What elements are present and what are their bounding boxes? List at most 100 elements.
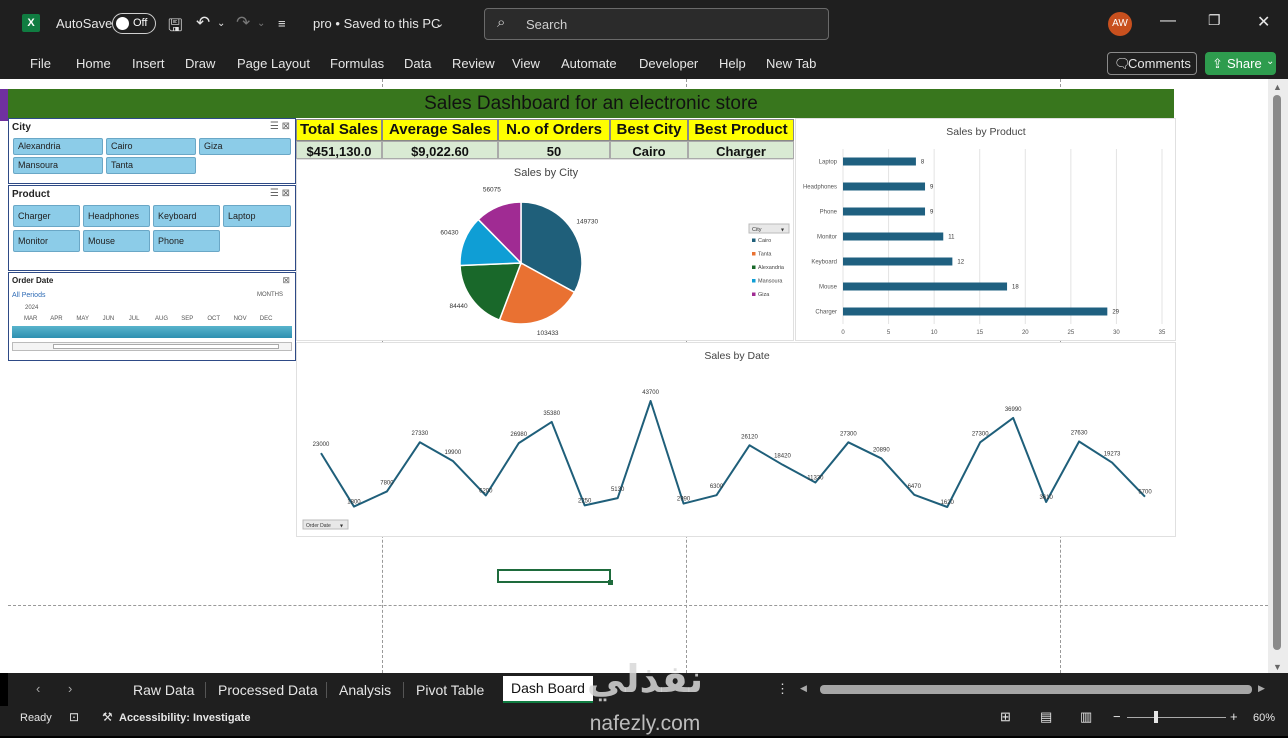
timeline-unit[interactable]: MONTHS xyxy=(257,292,283,298)
tab-review[interactable]: Review xyxy=(452,56,495,71)
timeline-month[interactable]: APR xyxy=(50,316,62,322)
chevron-right-icon[interactable]: › xyxy=(68,681,72,696)
close-icon[interactable]: ✕ xyxy=(1257,12,1270,32)
normal-view-icon[interactable]: ⊞ xyxy=(1000,709,1011,725)
slicer-item-headphones[interactable]: Headphones xyxy=(83,205,150,227)
clear-filter-icon[interactable]: ⊠ xyxy=(282,275,290,286)
undo-icon[interactable]: ↶ xyxy=(196,13,210,33)
slicer-item-monitor[interactable]: Monitor xyxy=(13,230,80,252)
multi-select-icon[interactable]: ☰ ⊠ xyxy=(270,121,290,132)
zoom-out-icon[interactable]: − xyxy=(1113,709,1121,724)
timeline-month[interactable]: JUN xyxy=(103,316,115,322)
sheet-tab-pivot-table[interactable]: Pivot Table xyxy=(416,682,484,698)
timeline-month[interactable]: SEP xyxy=(181,316,193,322)
tab-view[interactable]: View xyxy=(512,56,540,71)
tab-new-tab[interactable]: New Tab xyxy=(766,56,816,71)
avatar[interactable]: AW xyxy=(1108,12,1132,36)
slicer-item-tanta[interactable]: Tanta xyxy=(106,157,196,174)
slicer-item-cairo[interactable]: Cairo xyxy=(106,138,196,155)
bar[interactable] xyxy=(843,257,953,266)
zoom-slider[interactable] xyxy=(1127,717,1226,718)
chevron-left-icon[interactable]: ‹ xyxy=(36,681,40,696)
zoom-in-icon[interactable]: + xyxy=(1230,709,1238,724)
sheet-tab-dash-board[interactable]: Dash Board xyxy=(503,676,593,703)
zoom-slider-knob[interactable] xyxy=(1154,711,1158,723)
scroll-right-icon[interactable]: ▶ xyxy=(1258,683,1265,694)
bar[interactable] xyxy=(843,182,926,191)
timeline-month[interactable]: OCT xyxy=(207,316,220,322)
tab-page-layout[interactable]: Page Layout xyxy=(237,56,310,71)
accessibility-icon[interactable]: ⚒ xyxy=(102,710,113,724)
worksheet[interactable]: Sales Dashboard for an electronic store … xyxy=(8,79,1268,673)
customize-toolbar-icon[interactable]: ≡ xyxy=(278,16,286,31)
share-button[interactable]: ⇪ Share ⌄ xyxy=(1205,52,1276,75)
timeline-month[interactable]: DEC xyxy=(260,316,273,322)
order-date-timeline[interactable]: Order Date ⊠ All Periods MONTHS 2024 MAR… xyxy=(8,272,296,361)
sales-by-date-chart[interactable]: Sales by Date 23000 1800 7800 27330 19900 6200… xyxy=(296,342,1176,537)
slicer-item-giza[interactable]: Giza xyxy=(199,138,291,155)
timeline-month[interactable]: JUL xyxy=(129,316,140,322)
scroll-thumb[interactable] xyxy=(1273,95,1281,650)
tab-data[interactable]: Data xyxy=(404,56,431,71)
product-slicer[interactable]: Product ☰ ⊠ Charger Headphones Keyboard … xyxy=(8,185,296,271)
multi-select-icon[interactable]: ☰ ⊠ xyxy=(270,188,290,199)
slicer-item-phone[interactable]: Phone xyxy=(153,230,220,252)
tab-draw[interactable]: Draw xyxy=(185,56,215,71)
slicer-item-mouse[interactable]: Mouse xyxy=(83,230,150,252)
undo-dropdown-icon[interactable]: ⌄ xyxy=(217,18,225,29)
zoom-level[interactable]: 60% xyxy=(1253,712,1275,724)
tab-developer[interactable]: Developer xyxy=(639,56,698,71)
accessibility-status[interactable]: Accessibility: Investigate xyxy=(119,712,250,724)
timeline-period[interactable]: All Periods xyxy=(12,292,45,299)
tab-file[interactable]: File xyxy=(30,56,51,71)
slicer-item-keyboard[interactable]: Keyboard xyxy=(153,205,220,227)
horizontal-scroll-thumb[interactable] xyxy=(820,685,1252,694)
page-break-view-icon[interactable]: ▥ xyxy=(1080,709,1092,725)
scroll-up-icon[interactable]: ▲ xyxy=(1273,82,1282,92)
timeline-month[interactable]: AUG xyxy=(155,316,168,322)
city-slicer[interactable]: City ☰ ⊠ Alexandria Cairo Giza Mansoura … xyxy=(8,118,296,184)
scroll-down-icon[interactable]: ▼ xyxy=(1273,662,1282,672)
redo-dropdown-icon[interactable]: ⌄ xyxy=(257,18,265,29)
comments-button[interactable]: 🗨 Comments xyxy=(1107,52,1197,75)
slicer-item-mansoura[interactable]: Mansoura xyxy=(13,157,103,174)
page-layout-view-icon[interactable]: ▤ xyxy=(1040,709,1052,725)
timeline-month[interactable]: MAR xyxy=(24,316,37,322)
tab-automate[interactable]: Automate xyxy=(561,56,617,71)
document-title[interactable]: pro • Saved to this PC xyxy=(313,16,440,31)
slicer-item-charger[interactable]: Charger xyxy=(13,205,80,227)
timeline-bar[interactable] xyxy=(12,326,292,338)
sheet-tab-analysis[interactable]: Analysis xyxy=(339,682,391,698)
bar[interactable] xyxy=(843,157,916,166)
tab-help[interactable]: Help xyxy=(719,56,746,71)
bar[interactable] xyxy=(843,232,944,241)
redo-icon[interactable]: ↷ xyxy=(236,13,250,33)
slicer-item-alexandria[interactable]: Alexandria xyxy=(13,138,103,155)
bar[interactable] xyxy=(843,207,926,216)
restore-icon[interactable]: ❐ xyxy=(1208,12,1221,29)
bar[interactable] xyxy=(843,307,1108,316)
search-box[interactable]: ⌕ Search xyxy=(484,8,829,40)
tab-home[interactable]: Home xyxy=(76,56,111,71)
sheet-tab-processed-data[interactable]: Processed Data xyxy=(218,682,318,698)
sheet-tab-raw-data[interactable]: Raw Data xyxy=(133,682,194,698)
macro-record-icon[interactable]: ⊡ xyxy=(69,710,79,724)
minimize-icon[interactable]: — xyxy=(1160,12,1176,30)
chevron-down-icon[interactable]: ⌄ xyxy=(435,17,444,30)
tab-insert[interactable]: Insert xyxy=(132,56,165,71)
scroll-left-icon[interactable]: ◀ xyxy=(800,683,807,694)
sales-by-product-chart[interactable]: Sales by Product 0 5 10 15 20 25 30 35 Laptop 8 Hea… xyxy=(795,118,1176,341)
vertical-scrollbar[interactable]: ▲ ▼ xyxy=(1268,79,1288,673)
bar[interactable] xyxy=(843,282,1008,291)
tab-formulas[interactable]: Formulas xyxy=(330,56,384,71)
timeline-scroll-thumb[interactable] xyxy=(53,344,279,349)
selected-cell[interactable] xyxy=(497,569,613,585)
slicer-item-laptop[interactable]: Laptop xyxy=(223,205,291,227)
save-icon[interactable]: 🖫 xyxy=(168,13,182,42)
more-options-icon[interactable]: ⋮ xyxy=(776,681,789,697)
sales-by-city-chart[interactable]: Sales by City 149730 103433 84440 60430 56075… xyxy=(296,159,794,341)
timeline-scrollbar[interactable] xyxy=(12,342,292,351)
timeline-month[interactable]: NOV xyxy=(234,316,247,322)
timeline-month[interactable]: MAY xyxy=(76,316,89,322)
fill-handle[interactable] xyxy=(608,580,613,585)
